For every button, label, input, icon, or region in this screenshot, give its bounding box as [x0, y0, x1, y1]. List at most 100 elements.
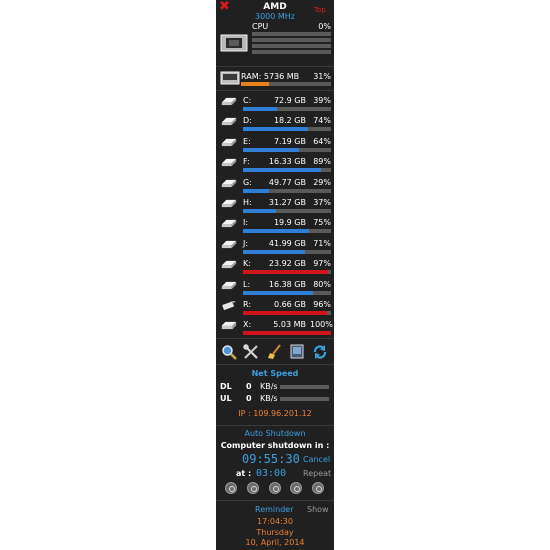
hard-drive-icon	[221, 138, 237, 146]
reminder-title: Reminder	[255, 505, 294, 514]
divider	[216, 425, 334, 426]
shutdown-time[interactable]: 03:00	[256, 468, 286, 479]
drive-usage-percent: 37%	[313, 198, 331, 207]
ip-address: IP : 109.96.201.12	[238, 409, 312, 418]
drive-row[interactable]: E: 7.19 GB 64%	[216, 135, 334, 155]
drive-letter: H:	[243, 198, 252, 207]
drive-usage-percent: 39%	[313, 96, 331, 105]
drive-letter: G:	[243, 177, 252, 187]
drive-size: 31.27 GB	[268, 198, 306, 207]
auto-shutdown-title: Auto Shutdown	[244, 429, 306, 438]
drive-row[interactable]: C: 72.9 GB 39%	[216, 94, 334, 114]
restart-button[interactable]	[247, 482, 259, 494]
hibernate-button[interactable]	[290, 482, 302, 494]
divider	[216, 500, 334, 501]
drive-row[interactable]: D: 18.2 GB 74%	[216, 114, 334, 134]
drive-letter: E:	[243, 136, 251, 146]
drive-size: 49.77 GB	[268, 177, 306, 187]
drive-usage-bar	[243, 188, 331, 193]
drive-letter: F:	[243, 157, 250, 167]
drive-size: 41.99 GB	[268, 238, 306, 248]
drive-size: 7.19 GB	[273, 136, 306, 146]
drive-row[interactable]: R: 0.66 GB 96%	[216, 298, 334, 318]
reminder-weekday: Thursday	[256, 528, 294, 537]
drive-letter: D:	[243, 116, 252, 126]
reminder-show-button[interactable]: Show	[307, 505, 329, 514]
net-speed-title: Net Speed	[251, 369, 299, 378]
cpu-core-bar	[252, 50, 331, 54]
drive-usage-bar	[243, 168, 331, 173]
standby-button[interactable]	[269, 482, 281, 494]
drive-usage-percent: 89%	[313, 157, 331, 167]
drive-size: 5.03 MB	[273, 320, 306, 330]
drive-usage-bar	[243, 209, 331, 213]
repeat-toggle[interactable]: Repeat	[303, 469, 331, 478]
drive-size: 16.33 GB	[268, 157, 306, 167]
drive-usage-fill	[243, 311, 328, 315]
drive-size: 0.66 GB	[273, 300, 306, 309]
drive-usage-fill	[243, 188, 269, 193]
drive-usage-fill	[243, 209, 276, 213]
settings-tools-icon[interactable]	[243, 344, 259, 360]
drive-letter: R:	[243, 300, 252, 309]
cpu-core-bar	[252, 32, 331, 36]
drive-size: 19.9 GB	[273, 218, 306, 228]
ram-label: RAM: 5736 MB	[241, 72, 300, 81]
power-off-button[interactable]	[225, 482, 237, 494]
drive-row[interactable]: H: 31.27 GB 37%	[216, 196, 334, 216]
shutdown-countdown: 09:55:30	[242, 452, 300, 466]
divider	[216, 364, 334, 365]
drive-usage-fill	[243, 147, 300, 152]
ram-bar	[241, 82, 331, 86]
drive-row[interactable]: F: 16.33 GB 89%	[216, 155, 334, 175]
drive-row[interactable]: G: 49.77 GB 29%	[216, 176, 334, 196]
hard-drive-icon	[221, 118, 237, 126]
drive-usage-percent: 96%	[313, 300, 331, 309]
drive-usage-percent: 80%	[313, 279, 331, 289]
shutdown-message: Computer shutdown in :	[220, 441, 330, 450]
drive-row[interactable]: L: 16.38 GB 80%	[216, 278, 334, 298]
drive-usage-bar	[243, 290, 331, 295]
search-icon[interactable]	[221, 344, 237, 360]
reminder-date: 10, April, 2014	[245, 538, 305, 547]
drive-letter: X:	[243, 320, 252, 330]
hard-drive-icon	[221, 281, 237, 289]
hard-drive-icon	[221, 261, 237, 269]
drive-letter: J:	[243, 238, 249, 248]
download-label: DL	[220, 382, 232, 391]
divider	[216, 338, 334, 339]
cpu-chip-icon	[220, 34, 248, 52]
drive-usage-bar	[243, 249, 331, 254]
drive-usage-fill	[243, 107, 278, 111]
hard-drive-icon	[221, 159, 237, 167]
drive-usage-fill	[243, 331, 331, 336]
drive-usage-percent: 74%	[313, 116, 331, 126]
drive-usage-bar	[243, 331, 331, 336]
drive-size: 72.9 GB	[273, 96, 306, 105]
monitor-icon[interactable]	[289, 344, 305, 360]
drive-size: 16.38 GB	[268, 279, 306, 289]
drive-letter: I:	[243, 218, 249, 228]
ram-percent: 31%	[313, 72, 331, 81]
drive-usage-bar	[243, 311, 331, 315]
refresh-icon[interactable]	[312, 344, 328, 360]
cpu-core-bar	[252, 38, 331, 42]
drive-row[interactable]: I: 19.9 GB 75%	[216, 216, 334, 236]
usb-drive-icon	[222, 301, 236, 310]
drive-usage-bar	[243, 107, 331, 111]
drive-usage-percent: 100%	[310, 320, 333, 330]
cpu-percent: 0%	[318, 22, 331, 31]
hard-drive-icon	[221, 97, 237, 106]
drive-row[interactable]: J: 41.99 GB 71%	[216, 237, 334, 257]
cancel-button[interactable]: Cancel	[303, 455, 330, 464]
cleanup-broom-icon[interactable]	[267, 344, 283, 360]
drive-usage-bar	[243, 229, 331, 234]
drive-row[interactable]: X: 5.03 MB 100%	[216, 318, 334, 338]
drive-size: 18.2 GB	[273, 116, 306, 126]
drive-letter: C:	[243, 96, 252, 105]
drive-usage-bar	[243, 127, 331, 132]
drive-row[interactable]: K: 23.92 GB 97%	[216, 257, 334, 277]
top-toggle[interactable]: Top	[314, 6, 326, 14]
cpu-label: CPU	[252, 22, 269, 31]
logoff-button[interactable]	[312, 482, 324, 494]
